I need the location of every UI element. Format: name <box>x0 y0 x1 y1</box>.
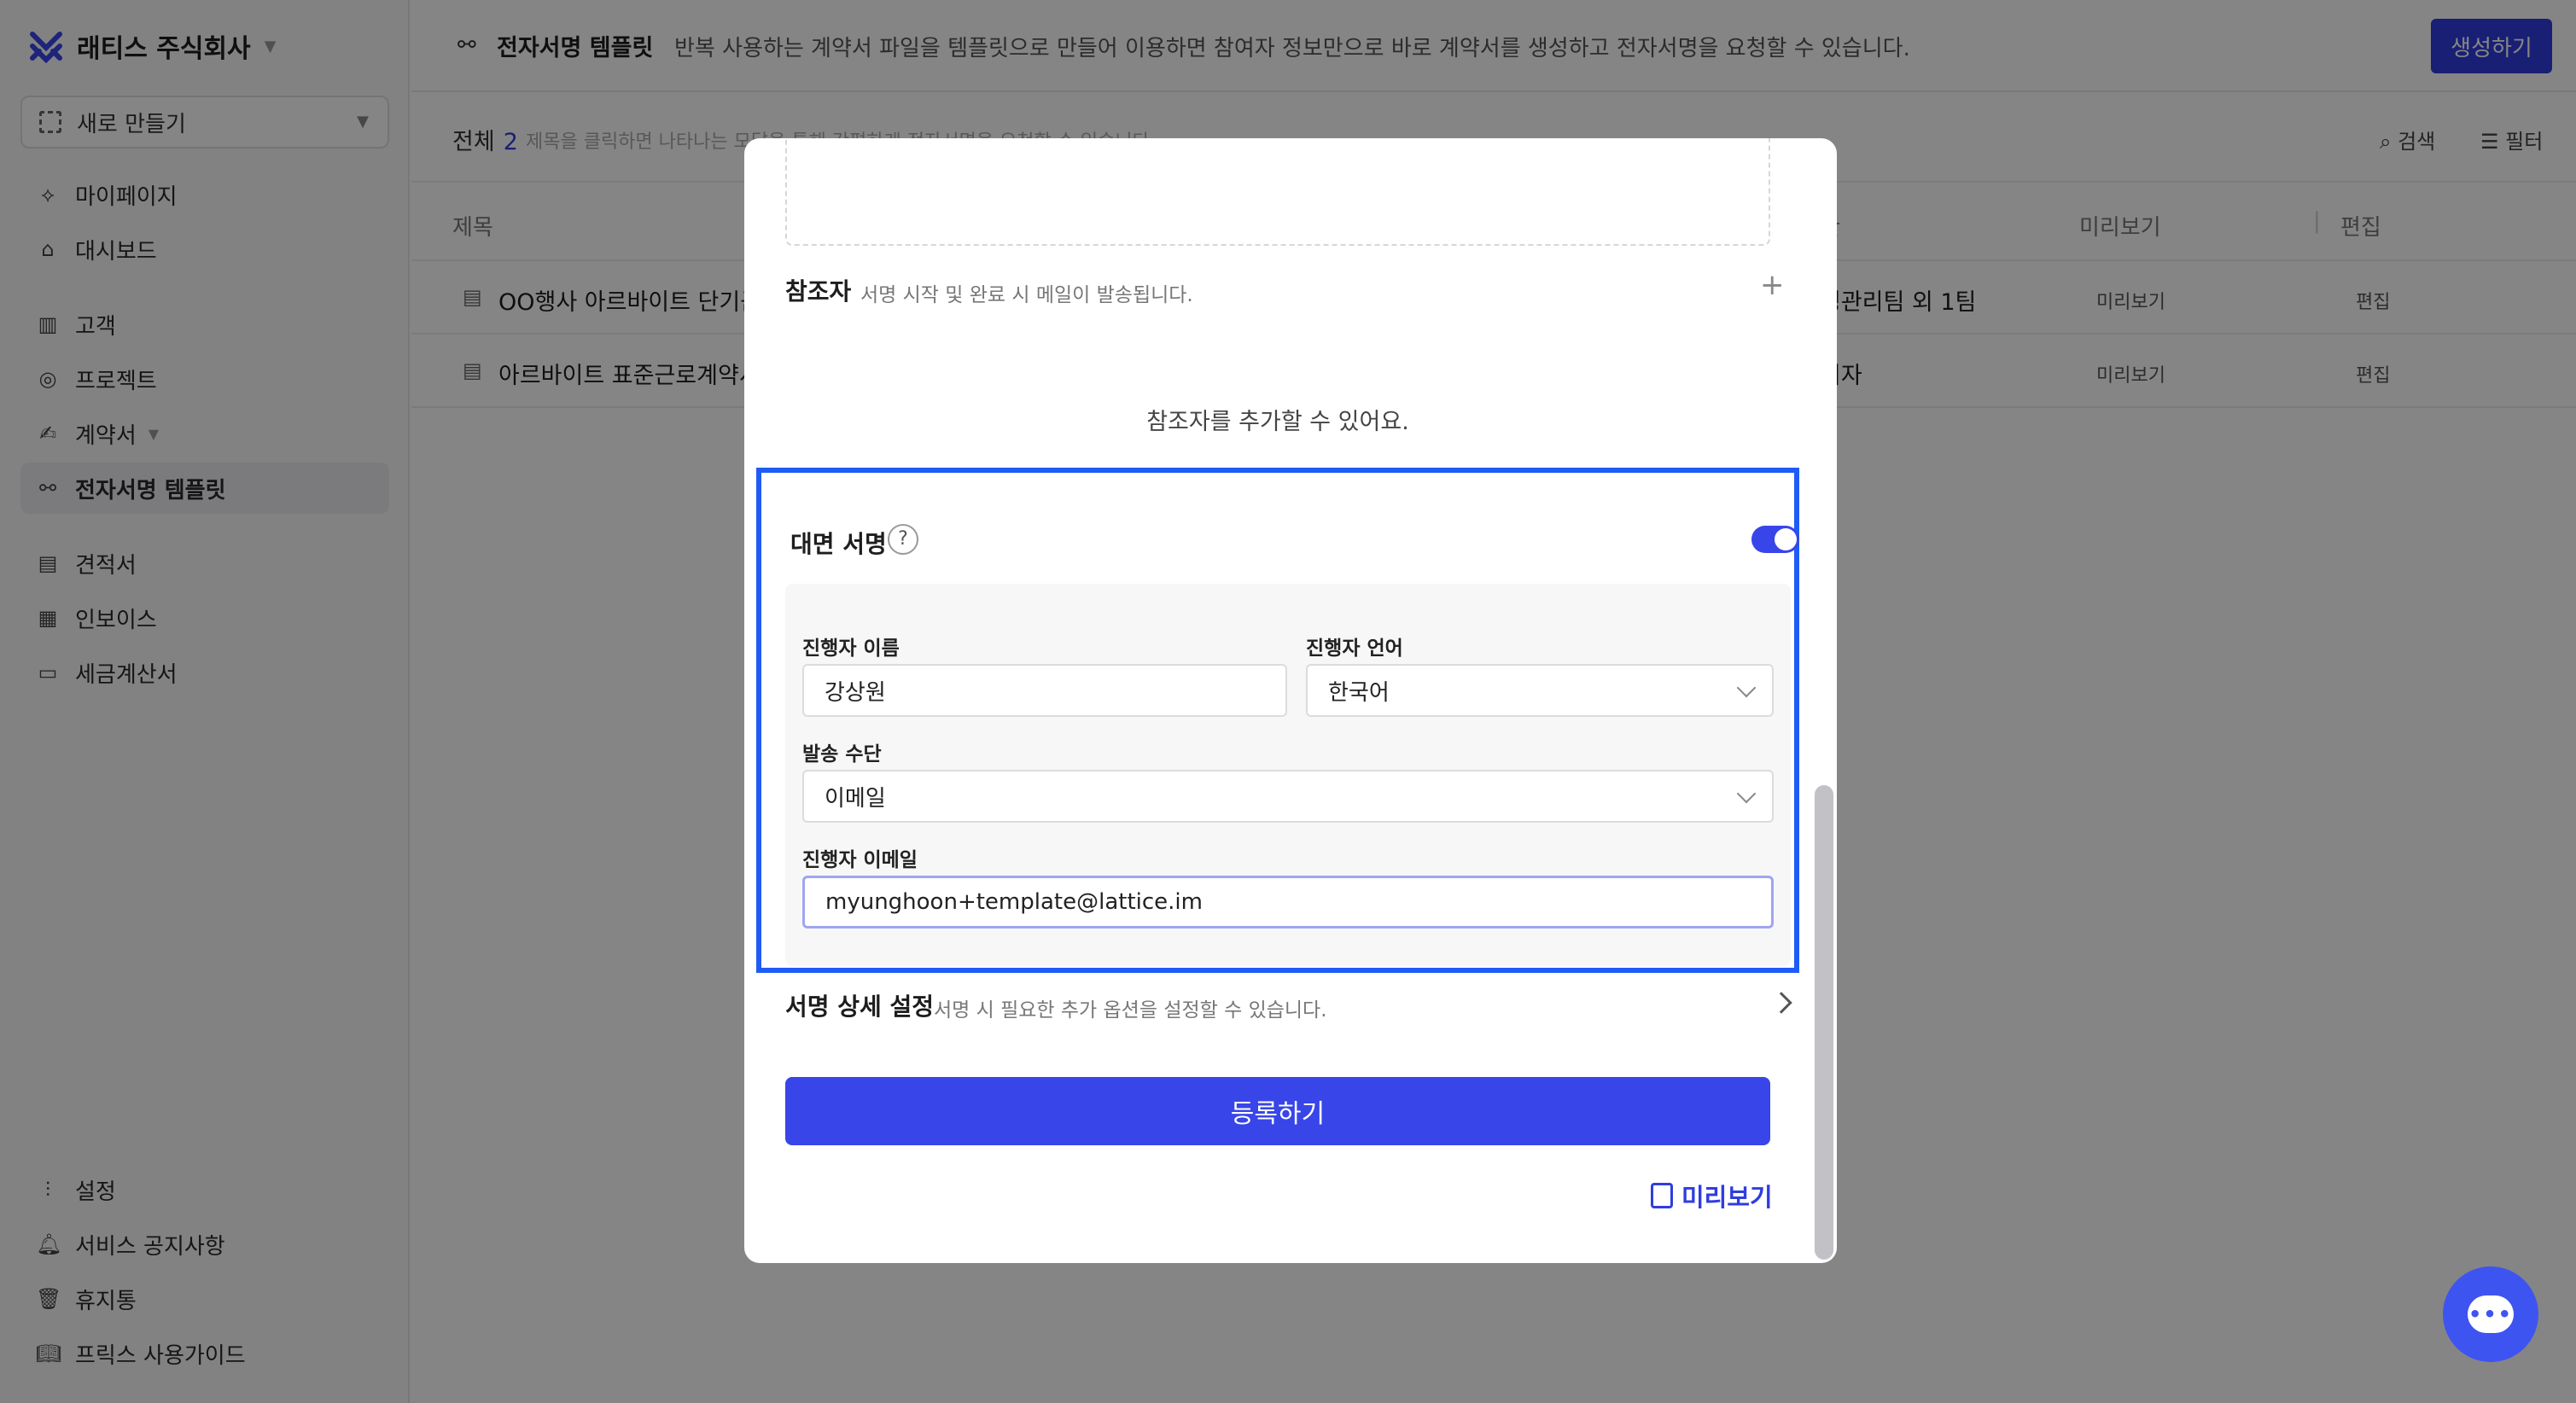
preview-link-label: 미리보기 <box>1681 1183 1773 1212</box>
register-button[interactable]: 등록하기 <box>785 1077 1770 1145</box>
file-dropzone[interactable] <box>785 138 1770 246</box>
face-to-face-title: 대면 서명 <box>790 530 887 558</box>
preview-link[interactable]: 미리보기 <box>1651 1178 1773 1214</box>
chevron-right-icon[interactable] <box>1770 992 1792 1014</box>
delivery-method-label: 발송 수단 <box>802 743 882 766</box>
chevron-down-icon <box>1736 678 1757 698</box>
host-email-label: 진행자 이메일 <box>802 849 918 871</box>
face-to-face-form: 진행자 이름 강상원 진행자 언어 한국어 발송 수단 이메일 진행자 이메일 … <box>785 584 1791 966</box>
host-name-label: 진행자 이름 <box>802 637 900 660</box>
modal-scrollbar-thumb[interactable] <box>1815 785 1833 1260</box>
add-cc-button[interactable]: + <box>1760 268 1785 302</box>
cc-section-description: 서명 시작 및 완료 시 메일이 발송됩니다. <box>860 284 1193 306</box>
preview-icon <box>1651 1183 1673 1208</box>
host-language-value: 한국어 <box>1328 679 1390 706</box>
chevron-down-icon <box>1736 783 1757 804</box>
host-email-input[interactable]: myunghoon+template@lattice.im <box>802 876 1774 929</box>
face-to-face-toggle[interactable] <box>1751 526 1799 553</box>
host-email-value: myunghoon+template@lattice.im <box>825 889 1203 915</box>
template-register-modal: 참조자 서명 시작 및 완료 시 메일이 발송됩니다. + 참조자를 추가할 수… <box>744 138 1837 1263</box>
face-to-face-section: 대면 서명 ? 진행자 이름 강상원 진행자 언어 한국어 발송 수단 이메일 … <box>756 468 1799 973</box>
cc-empty-message: 참조자를 추가할 수 있어요. <box>1146 409 1409 435</box>
delivery-method-value: 이메일 <box>825 785 886 812</box>
host-name-value: 강상원 <box>825 679 886 706</box>
help-icon[interactable]: ? <box>888 524 918 555</box>
chat-support-button[interactable]: ••• <box>2443 1266 2538 1362</box>
cc-section-title: 참조자 <box>785 277 852 306</box>
host-language-label: 진행자 언어 <box>1306 637 1403 660</box>
toggle-knob <box>1775 528 1797 550</box>
chat-icon: ••• <box>2468 1295 2514 1333</box>
host-language-select[interactable]: 한국어 <box>1306 664 1774 717</box>
signing-details-description: 서명 시 필요한 추가 옵션을 설정할 수 있습니다. <box>934 999 1327 1022</box>
host-name-input[interactable]: 강상원 <box>802 664 1287 717</box>
delivery-method-select[interactable]: 이메일 <box>802 770 1774 823</box>
signing-details-title[interactable]: 서명 상세 설정 <box>785 988 934 1022</box>
